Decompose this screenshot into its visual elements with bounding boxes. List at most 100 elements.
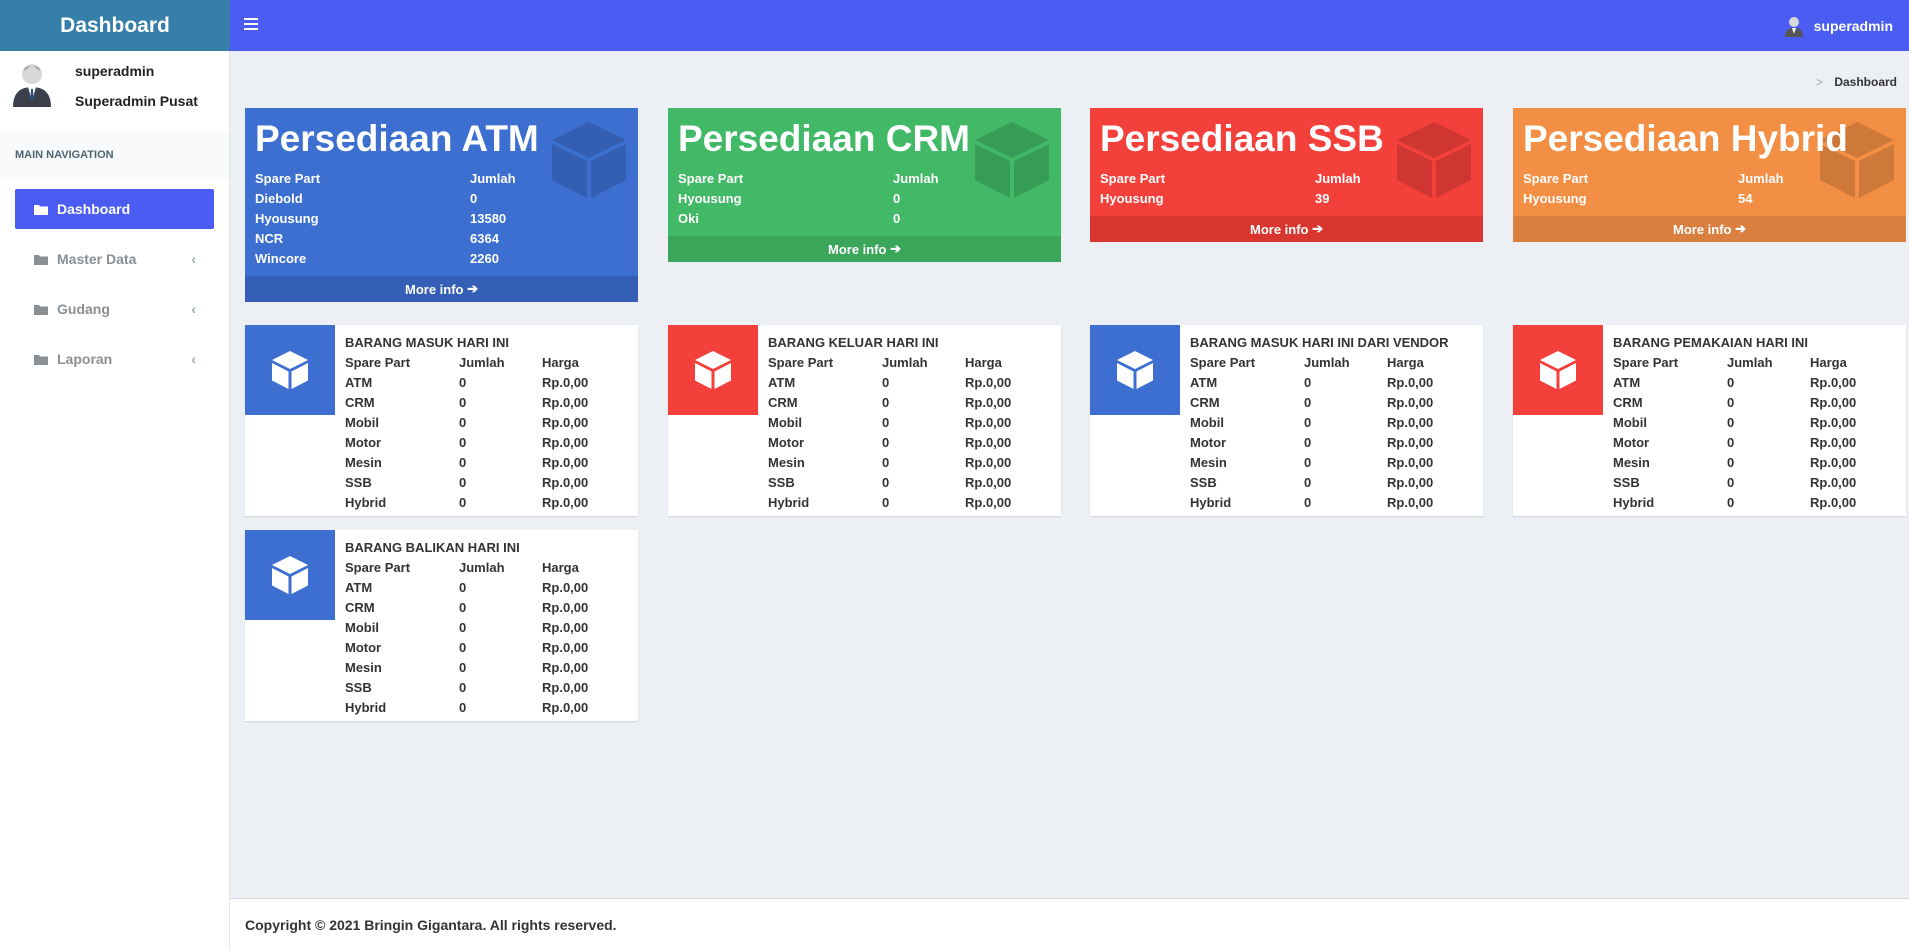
table-row: Mesin 0 Rp.0,00 (345, 453, 588, 473)
table-row: Mesin 0 Rp.0,00 (1613, 453, 1856, 473)
table-cell: NCR (255, 230, 284, 246)
table-cell: 0 (1304, 455, 1312, 470)
sidebar-item-label: Laporan (57, 351, 113, 367)
table-cell: 0 (459, 495, 467, 510)
table-cell: SSB (345, 475, 372, 490)
table-header: Spare Part (345, 560, 411, 575)
table-header: Jumlah (470, 170, 516, 186)
table-cell: Hybrid (345, 700, 387, 715)
table-cell: Rp.0,00 (542, 455, 589, 470)
table-cell: Rp.0,00 (965, 375, 1012, 390)
table-cell: Rp.0,00 (542, 495, 589, 510)
table-header: Harga (1810, 355, 1847, 370)
stock-box-atm: Persediaan ATM Spare Part Jumlah Diebold 0… (245, 108, 638, 302)
table-row: Hybrid 0 Rp.0,00 (1190, 493, 1433, 513)
table-row: Mesin 0 Rp.0,00 (345, 658, 588, 678)
table-cell: Mesin (1613, 455, 1650, 470)
cube-icon (1117, 351, 1153, 389)
table-cell: 2260 (470, 250, 499, 266)
table-cell: Rp.0,00 (542, 680, 589, 695)
sidebar-item-label: Gudang (57, 301, 110, 317)
cube-icon (272, 556, 308, 594)
table-cell: 0 (882, 415, 890, 430)
info-box-title: BARANG MASUK HARI INI (345, 335, 509, 350)
table-cell: 6364 (470, 230, 499, 246)
info-table: Spare Part Jumlah Harga ATM 0 Rp.0,00 CRM 0 Rp.0… (345, 558, 588, 718)
stock-table: Spare Part Jumlah Hyousung 0 Oki 0 (678, 168, 1051, 228)
top-username: superadmin (1813, 18, 1893, 34)
table-cell: 54 (1738, 190, 1753, 206)
breadcrumb-separator: > (1815, 75, 1823, 89)
more-info-link[interactable]: More info ➔ (668, 236, 1061, 262)
table-cell: SSB (1613, 475, 1640, 490)
breadcrumb-current[interactable]: Dashboard (1834, 75, 1897, 89)
table-cell: Mesin (1190, 455, 1227, 470)
table-cell: 0 (1304, 475, 1312, 490)
info-box-title: BARANG MASUK HARI INI DARI VENDOR (1190, 335, 1449, 350)
table-row: Hybrid 0 Rp.0,00 (768, 493, 1011, 513)
table-header: Jumlah (1315, 170, 1361, 186)
table-cell: 0 (893, 190, 901, 206)
stock-box-ssb: Persediaan SSB Spare Part Jumlah Hyousung… (1090, 108, 1483, 242)
arrow-circle-right-icon: ➔ (890, 241, 902, 256)
table-header-row: Spare Part Jumlah Harga (1613, 353, 1856, 373)
info-box-title: BARANG BALIKAN HARI INI (345, 540, 520, 555)
table-cell: Rp.0,00 (542, 395, 589, 410)
table-cell: Rp.0,00 (1387, 375, 1434, 390)
table-header: Jumlah (1304, 355, 1350, 370)
table-cell: Hyousung (255, 210, 319, 226)
chevron-left-icon: ‹ (191, 301, 196, 317)
sidebar-user-name: superadmin (75, 63, 155, 79)
table-cell: 0 (459, 660, 467, 675)
info-box-barang-balikan: BARANG BALIKAN HARI INI Spare Part Jumlah… (245, 530, 638, 721)
table-header: Harga (542, 355, 579, 370)
info-table: Spare Part Jumlah Harga ATM 0 Rp.0,00 CRM 0 Rp.0… (345, 353, 588, 513)
table-cell: Oki (678, 210, 699, 226)
table-cell: Rp.0,00 (542, 700, 589, 715)
table-header: Jumlah (1738, 170, 1784, 186)
table-cell: Rp.0,00 (1387, 435, 1434, 450)
stock-box-title: Persediaan ATM (255, 118, 539, 159)
table-header: Jumlah (882, 355, 928, 370)
info-table: Spare Part Jumlah Harga ATM 0 Rp.0,00 CRM 0 Rp.0… (1190, 353, 1433, 513)
sidebar-item-master-data[interactable]: Master Data ‹ (15, 239, 214, 279)
table-row: Mobil 0 Rp.0,00 (1190, 413, 1433, 433)
table-cell: Mesin (768, 455, 805, 470)
table-cell: Rp.0,00 (542, 475, 589, 490)
table-cell: Mobil (1190, 415, 1224, 430)
chevron-left-icon: ‹ (191, 251, 196, 267)
sidebar-item-gudang[interactable]: Gudang ‹ (15, 289, 214, 329)
table-cell: Rp.0,00 (1387, 455, 1434, 470)
arrow-circle-right-icon: ➔ (1312, 221, 1324, 236)
top-user-menu[interactable]: superadmin (1784, 15, 1893, 37)
more-info-link[interactable]: More info ➔ (1090, 216, 1483, 242)
app-logo[interactable]: Dashboard (0, 0, 230, 51)
user-avatar-icon (1784, 17, 1803, 37)
sidebar-item-dashboard[interactable]: Dashboard (15, 189, 214, 229)
table-header: Spare Part (1100, 170, 1166, 186)
info-box-icon (1513, 325, 1603, 415)
table-cell: Rp.0,00 (1810, 375, 1857, 390)
table-cell: Hybrid (1190, 495, 1232, 510)
table-cell: ATM (345, 580, 373, 595)
table-row: SSB 0 Rp.0,00 (1190, 473, 1433, 493)
table-cell: 0 (882, 435, 890, 450)
more-info-link[interactable]: More info ➔ (1513, 216, 1906, 242)
table-cell: 0 (459, 455, 467, 470)
table-row: CRM 0 Rp.0,00 (345, 393, 588, 413)
table-cell: SSB (1190, 475, 1217, 490)
info-box-icon (1090, 325, 1180, 415)
table-header-row: Spare Part Jumlah Harga (1190, 353, 1433, 373)
table-row: Mobil 0 Rp.0,00 (1613, 413, 1856, 433)
menu-toggle-icon[interactable] (244, 18, 258, 32)
sidebar-item-laporan[interactable]: Laporan ‹ (15, 339, 214, 379)
more-info-link[interactable]: More info ➔ (245, 276, 638, 302)
info-box-title: BARANG KELUAR HARI INI (768, 335, 939, 350)
table-row: ATM 0 Rp.0,00 (1190, 373, 1433, 393)
table-row: ATM 0 Rp.0,00 (345, 578, 588, 598)
table-cell: Hyousung (678, 190, 742, 206)
folder-icon (34, 304, 48, 315)
table-row: Motor 0 Rp.0,00 (1190, 433, 1433, 453)
table-header: Harga (1387, 355, 1424, 370)
table-row: CRM 0 Rp.0,00 (768, 393, 1011, 413)
